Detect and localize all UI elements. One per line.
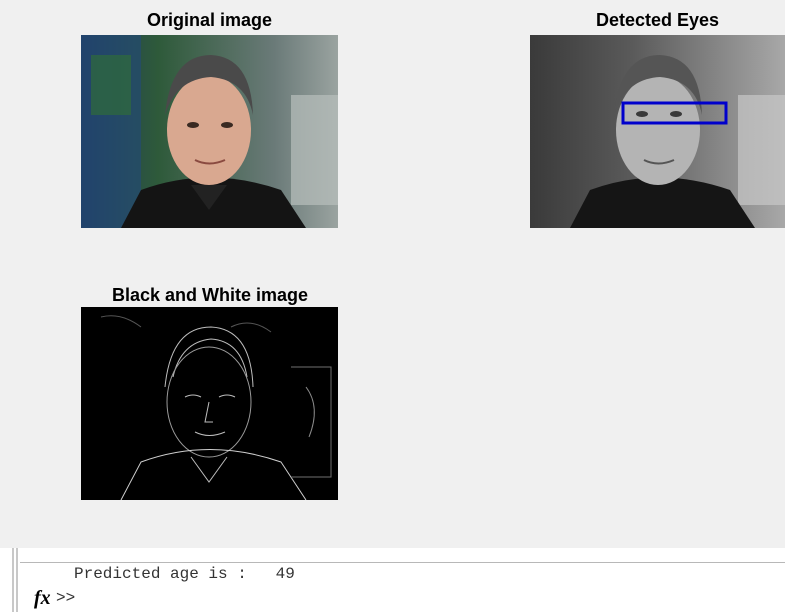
command-window-separator — [20, 562, 785, 563]
black-and-white-image — [81, 307, 338, 500]
detected-eyes-title: Detected Eyes — [595, 10, 720, 30]
figure-window: Original image Detected Eyes Black and W… — [0, 0, 785, 548]
fx-icon[interactable]: fx — [34, 587, 51, 609]
command-window: Predicted age is : 49 fx >> — [0, 548, 785, 612]
original-image-title: Original image — [146, 10, 273, 30]
gutter-line — [16, 548, 18, 612]
black-and-white-image-title: Black and White image — [111, 285, 309, 305]
original-image — [81, 35, 338, 228]
command-prompt[interactable]: >> — [56, 589, 75, 607]
detected-eyes-image — [530, 35, 785, 228]
gutter-line — [12, 548, 14, 612]
predicted-age-output: Predicted age is : 49 — [74, 565, 295, 583]
